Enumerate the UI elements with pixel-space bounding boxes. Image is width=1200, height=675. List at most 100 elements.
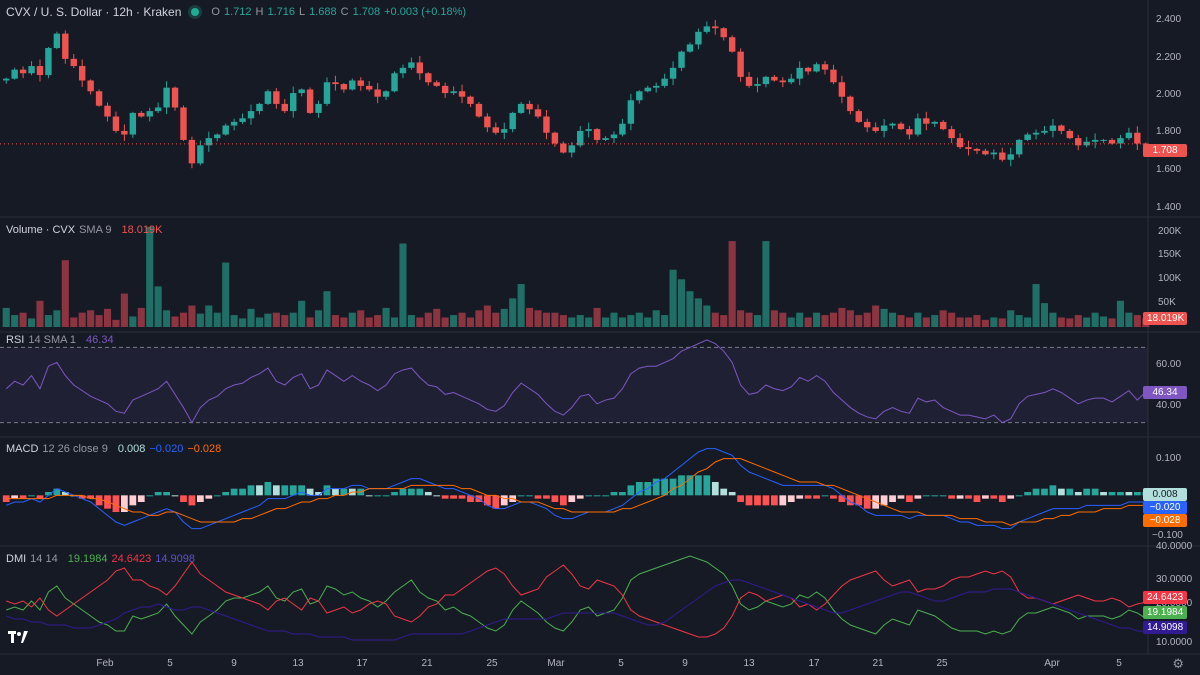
macd-histogram-bar [939, 495, 947, 497]
volume-bar [179, 312, 188, 327]
volume-bar [95, 315, 103, 327]
price-axis-tick: 1.600 [1156, 164, 1182, 175]
candle-body [1058, 125, 1065, 131]
volume-bar [390, 317, 399, 327]
candle-body [821, 64, 829, 70]
candle-body [534, 109, 542, 117]
macd-histogram-bar [922, 495, 930, 497]
volume-bar [331, 315, 339, 327]
macd-histogram-bar [526, 495, 533, 497]
candle-body [830, 69, 837, 83]
volume-bar [357, 310, 365, 327]
candle-body [593, 129, 601, 140]
macd-histogram-bar [796, 495, 804, 499]
dmi-legend[interactable]: DMI 14 14 19.1984 24.6423 14.9098 [6, 553, 195, 565]
candle-body [1125, 132, 1133, 139]
volume-bar [787, 317, 795, 327]
volume-bar [230, 315, 238, 327]
symbol-title[interactable]: CVX / U. S. Dollar · 12h · Kraken [6, 5, 181, 19]
volume-bar [433, 308, 441, 327]
dmi-minus-value: 24.6423 [111, 553, 152, 565]
candle-body [433, 82, 440, 86]
candle-body [906, 129, 913, 135]
candle-body [838, 82, 846, 97]
candle-body [762, 76, 770, 85]
chart-canvas[interactable] [0, 0, 1200, 675]
candle-body [712, 26, 719, 29]
volume-bar [340, 317, 348, 327]
candle-body [3, 78, 10, 81]
market-status-icon[interactable] [191, 8, 200, 16]
candle-body [1015, 139, 1023, 155]
last-price-tag: 1.708 [1143, 144, 1187, 157]
macd-signal-tag: −0.028 [1143, 514, 1187, 527]
candle-body [551, 132, 559, 144]
date-label: 9 [231, 658, 237, 669]
volume-bar [686, 291, 694, 327]
macd-histogram-bar [382, 495, 390, 497]
candle-body [230, 121, 238, 126]
tradingview-logo-icon[interactable] [8, 630, 28, 644]
rsi-title: RSI [6, 334, 25, 346]
volume-bar [973, 315, 981, 327]
candle-body [214, 134, 221, 139]
macd-histogram-bar [737, 495, 744, 502]
volume-bar [753, 315, 762, 327]
macd-histogram-bar [830, 495, 837, 499]
settings-gear-icon[interactable]: ⚙ [1172, 656, 1184, 672]
dmi-plus-value: 19.1984 [67, 553, 108, 565]
macd-histogram-bar [458, 495, 466, 499]
macd-params: 12 26 close 9 [42, 443, 108, 455]
volume-bar [450, 315, 458, 327]
macd-legend[interactable]: MACD 12 26 close 9 0.008 −0.020 −0.028 [6, 443, 221, 455]
volume-legend[interactable]: Volume · CVX SMA 9 18.019K [6, 224, 162, 236]
rsi-axis-tick: 60.00 [1156, 359, 1182, 370]
macd-histogram-bar [1074, 492, 1082, 496]
candle-body [999, 152, 1006, 160]
macd-histogram-bar [332, 488, 339, 496]
volume-bar [728, 241, 736, 327]
close-label: C [340, 6, 349, 18]
macd-histogram-bar [728, 492, 736, 496]
candle-body [146, 111, 153, 117]
date-label: 5 [1116, 658, 1122, 669]
open-value: 1.712 [223, 6, 252, 18]
volume-bar [399, 243, 407, 327]
dmi-axis-tick: 40.0000 [1156, 541, 1193, 552]
volume-bar [416, 317, 424, 327]
volume-bar [213, 312, 221, 327]
macd-histogram-bar [424, 492, 432, 496]
volume-bar [694, 298, 702, 327]
macd-histogram-bar [154, 492, 162, 496]
volume-bar [939, 310, 947, 327]
rsi-legend[interactable]: RSI 14 SMA 1 46.34 [6, 334, 114, 346]
volume-bar [821, 315, 829, 327]
price-axis-tick: 2.400 [1156, 14, 1182, 25]
candle-body [847, 96, 854, 112]
candle-body [686, 44, 694, 52]
price-legend: CVX / U. S. Dollar · 12h · Kraken O 1.712… [6, 5, 466, 19]
candle-body [1032, 132, 1040, 135]
candle-body [62, 33, 69, 59]
volume-bar [314, 310, 323, 327]
candle-body [273, 91, 280, 104]
candle-body [154, 107, 162, 112]
candle-body [332, 82, 339, 85]
candle-body [247, 111, 255, 119]
candle-body [627, 100, 635, 124]
macd-histogram-bar [180, 495, 187, 502]
volume-bar [635, 312, 643, 327]
macd-histogram-bar [720, 488, 728, 496]
price-axis-tick: 1.400 [1156, 202, 1182, 213]
candle-body [70, 58, 77, 67]
macd-histogram-bar [551, 495, 559, 502]
volume-bar [829, 312, 838, 327]
date-label: 25 [486, 658, 498, 669]
macd-histogram-bar [1066, 488, 1074, 496]
volume-bar [196, 313, 204, 327]
candle-body [467, 96, 474, 104]
volume-bar [956, 317, 964, 327]
date-label: 17 [356, 658, 368, 669]
macd-histogram-bar [222, 492, 230, 496]
candle-body [931, 121, 938, 124]
